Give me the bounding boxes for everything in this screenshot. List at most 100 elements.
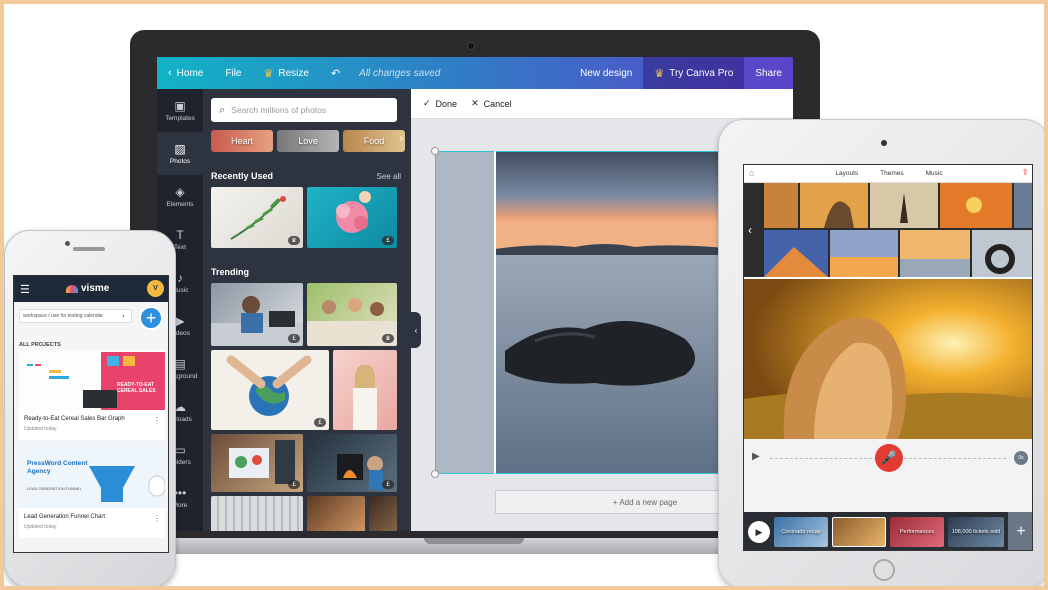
crop-handle-top-left[interactable]: [431, 147, 439, 155]
crown-icon: ♛: [654, 67, 665, 80]
thumbnail-subcaption: LEAD GENERATION FUNNEL: [27, 486, 82, 491]
trending-heading: Trending: [211, 267, 249, 277]
photo-thumb-flowers[interactable]: £: [307, 187, 397, 248]
photo-thumb-globe[interactable]: £: [211, 350, 329, 430]
funnel-chart-preview: [89, 466, 165, 502]
microphone-button[interactable]: 🎤: [875, 444, 903, 472]
photo-thumb-kitchen[interactable]: £: [211, 434, 303, 492]
chevron-left-icon[interactable]: ‹: [748, 223, 752, 237]
thumbnail-caption: READY-TO-EAT CEREAL SALES: [117, 382, 156, 394]
more-options-icon[interactable]: ⋮: [153, 416, 161, 425]
category-chips: Heart Love Food: [211, 130, 405, 152]
chip-heart[interactable]: Heart: [211, 130, 273, 152]
cancel-button[interactable]: ✕ Cancel: [471, 98, 512, 109]
timeline-clip[interactable]: [832, 517, 886, 547]
pound-badge: £: [382, 236, 394, 245]
chip-love[interactable]: Love: [277, 130, 339, 152]
done-label: Done: [435, 98, 458, 109]
resize-label: Resize: [278, 67, 309, 79]
play-icon[interactable]: ▶: [752, 451, 760, 462]
clip-label: 198,000 tickets sold: [951, 528, 1001, 535]
resize-button[interactable]: ♛ Resize: [252, 57, 319, 89]
text-icon: T: [176, 227, 184, 242]
file-menu-button[interactable]: File: [214, 57, 252, 89]
share-button[interactable]: Share: [744, 57, 793, 89]
chip-food[interactable]: Food: [343, 130, 405, 152]
photo-thumb-fireplace[interactable]: £: [307, 434, 397, 492]
project-card[interactable]: PressWord Content Agency LEAD GENERATION…: [19, 446, 165, 538]
more-options-icon[interactable]: ⋮: [153, 514, 161, 523]
rail-item-elements[interactable]: ◈ Elements: [157, 175, 203, 218]
check-icon: ✓: [423, 98, 431, 108]
laptop-notch: [424, 538, 524, 544]
phone-device: ☰ visme V workspace / use for testing ca…: [4, 230, 176, 586]
collapse-panel-button[interactable]: ‹: [411, 312, 421, 348]
crop-action-bar: ✓ Done ✕ Cancel: [411, 89, 793, 119]
video-preview[interactable]: [744, 279, 1032, 439]
photo-thumb-food[interactable]: [369, 496, 397, 531]
share-icon[interactable]: ⇪: [1021, 167, 1029, 178]
chip-label: Heart: [230, 136, 253, 146]
rail-item-photos[interactable]: ▨ Photos: [157, 132, 203, 175]
shapes-icon: ◈: [175, 184, 185, 199]
clip-timeline: ▶ Coronado recap Performances 198,000 ti…: [744, 512, 1032, 550]
crop-handle-bottom-left[interactable]: [431, 470, 439, 478]
photo-thumb-building[interactable]: [211, 496, 303, 531]
try-pro-label: Try Canva Pro: [669, 67, 734, 79]
new-design-label: New design: [580, 67, 633, 79]
photo-thumb-office[interactable]: £: [211, 283, 303, 346]
photo-thumb-woman[interactable]: [333, 350, 397, 430]
tab-themes[interactable]: Themes: [880, 170, 903, 177]
create-project-button[interactable]: +: [139, 306, 163, 330]
done-button[interactable]: ✓ Done: [423, 98, 457, 109]
canva-topbar: ‹ Home File ♛ Resize ↶ All changes saved…: [157, 57, 793, 89]
rail-item-templates[interactable]: ▣ Templates: [157, 89, 203, 132]
timeline-clip[interactable]: Performances: [890, 517, 944, 547]
add-clip-button[interactable]: +: [1008, 512, 1032, 550]
undo-button[interactable]: ↶: [320, 57, 351, 89]
timeline-clip[interactable]: Coronado recap: [774, 517, 828, 547]
tablet-home-button[interactable]: [873, 559, 895, 581]
brand-name: visme: [81, 283, 110, 294]
tablet-device: ⌂ Layouts Themes Music ⇪ ‹ ▶ 🎤 0s ▶ Coro…: [718, 119, 1044, 586]
try-canva-pro-button[interactable]: ♛ Try Canva Pro: [643, 57, 745, 89]
home-label: Home: [176, 67, 204, 79]
new-design-button[interactable]: New design: [569, 57, 643, 89]
visme-logo-mark: [66, 284, 78, 293]
home-icon[interactable]: ⌂: [749, 168, 754, 178]
chevron-right-icon[interactable]: ›: [399, 133, 403, 145]
photo-thumb-chef[interactable]: [307, 496, 365, 531]
video-icon: ▶: [175, 313, 185, 328]
timeline-play-button[interactable]: ▶: [748, 521, 770, 543]
gallery-thumbnails: [764, 183, 1032, 277]
project-updated: Updated today: [24, 426, 57, 432]
tab-music[interactable]: Music: [926, 170, 943, 177]
project-card[interactable]: READY-TO-EAT CEREAL SALES Ready-to-Eat C…: [19, 350, 165, 440]
crop-photo[interactable]: [431, 147, 735, 478]
photo-thumb-picnic[interactable]: ♛: [307, 283, 397, 346]
undo-icon: ↶: [330, 67, 341, 80]
photo-gallery-grid: ‹: [744, 183, 1032, 277]
search-icon: ⌕: [219, 103, 226, 116]
timeline-clip[interactable]: 198,000 tickets sold: [948, 517, 1004, 547]
chevron-right-icon[interactable]: ›: [122, 311, 125, 320]
tab-layouts[interactable]: Layouts: [835, 170, 858, 177]
avatar[interactable]: V: [147, 280, 164, 297]
photo-search-input[interactable]: [231, 105, 382, 115]
workspace-search[interactable]: workspace / use for testing calendar: [19, 309, 132, 323]
workspace-search-text: workspace / use for testing calendar: [23, 313, 104, 319]
plus-icon: +: [1016, 523, 1026, 540]
all-projects-heading: ALL PROJECTS: [19, 342, 61, 348]
photo-thumb-plant[interactable]: ♛: [211, 187, 303, 248]
hamburger-menu-icon[interactable]: ☰: [20, 283, 30, 296]
home-button[interactable]: ‹ Home: [157, 57, 214, 89]
canva-editor-screen: ‹ Home File ♛ Resize ↶ All changes saved…: [157, 57, 793, 531]
crown-icon: ♛: [263, 67, 274, 80]
tablet-camera-icon: [881, 140, 887, 146]
clip-label: Performances: [899, 528, 935, 535]
photo-search-box[interactable]: ⌕: [211, 98, 397, 122]
share-label: Share: [755, 67, 782, 79]
project-thumbnail: PressWord Content Agency LEAD GENERATION…: [19, 446, 165, 508]
voiceover-bar: ▶ 🎤 0s: [744, 439, 1032, 479]
see-all-link[interactable]: See all: [377, 172, 401, 181]
